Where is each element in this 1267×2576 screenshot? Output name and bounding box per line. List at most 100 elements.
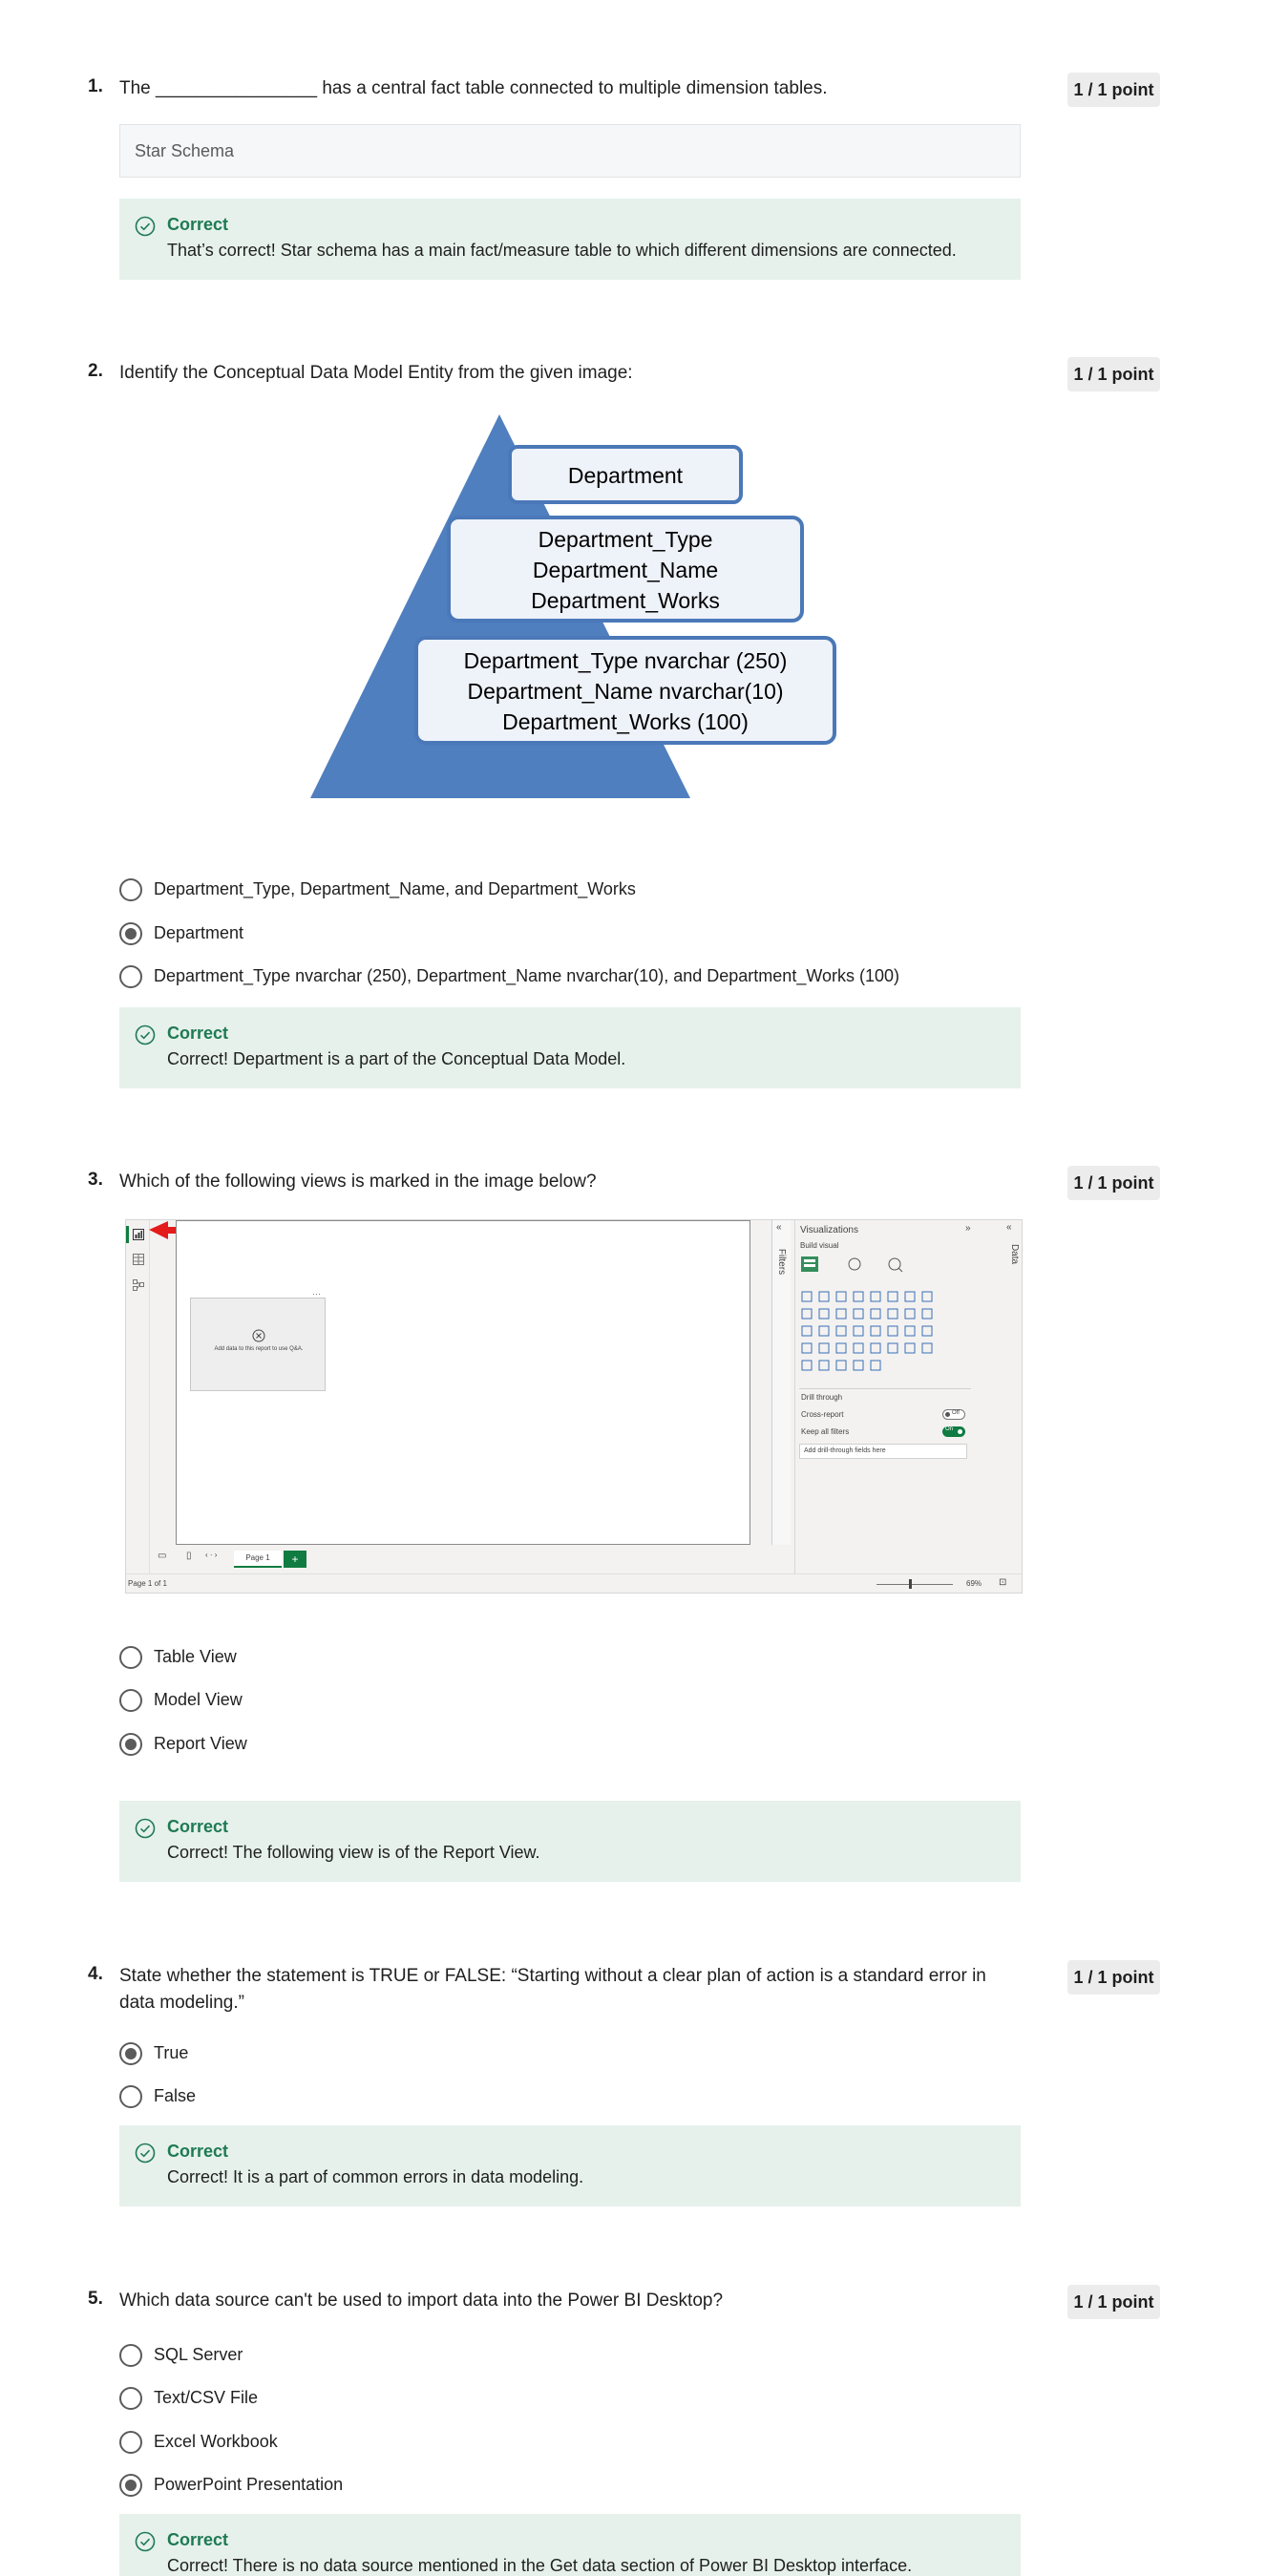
feedback-text: Correct! Department is a part of the Con… [167, 1049, 626, 1068]
logical-line-3: Department_Works [531, 588, 720, 613]
check-circle-icon [135, 2143, 156, 2164]
feedback-title: Correct [167, 2142, 229, 2161]
keep-filters-toggle[interactable]: On [942, 1426, 965, 1437]
radio-button[interactable] [119, 1689, 142, 1712]
radio-button[interactable] [119, 2431, 142, 2454]
feedback-text: That’s correct! Star schema has a main f… [167, 241, 957, 260]
option-label: SQL Server [154, 2345, 243, 2364]
conceptual-label: Department [568, 463, 684, 488]
points-badge: 1 / 1 point [1067, 357, 1160, 391]
radio-button-selected[interactable] [119, 922, 142, 945]
check-circle-icon [135, 1818, 156, 1839]
data-pane-collapsed[interactable]: « Data [976, 1220, 1022, 1583]
visual-placeholder-text: Add data to this report to use Q&A. [214, 1346, 304, 1352]
feedback-panel: Correct That’s correct! Star schema has … [119, 199, 1021, 280]
mobile-layout-icon[interactable]: ▯ [186, 1551, 192, 1561]
option-label: Text/CSV File [154, 2388, 259, 2407]
status-bar: Page 1 of 1 69% ⊡ [126, 1573, 1022, 1593]
powerbi-screenshot: ? ··· Add data to this report to use Q&A… [125, 1219, 1023, 1594]
zoom-slider-thumb[interactable] [909, 1579, 912, 1589]
collapse-left-icon[interactable]: « [1006, 1222, 1012, 1233]
physical-line-3: Department_Works (100) [502, 709, 749, 734]
qna-visual-placeholder[interactable]: ··· Add data to this report to use Q&A. [190, 1289, 326, 1391]
feedback-text: Correct! There is no data source mention… [167, 2556, 913, 2575]
question-text: Which of the following views is marked i… [119, 1172, 597, 1192]
question-number: 4. [88, 1964, 103, 1984]
build-visual-tabs[interactable] [799, 1255, 942, 1276]
drill-fields-dropzone[interactable]: Add drill-through fields here [799, 1444, 967, 1459]
option-label: Table View [154, 1647, 237, 1666]
radio-button[interactable] [119, 1646, 142, 1669]
visualizations-title: Visualizations [800, 1225, 858, 1235]
fit-page-icon[interactable]: ⊡ [999, 1577, 1006, 1588]
filters-pane-collapsed[interactable]: « Filters [771, 1220, 791, 1545]
radio-button[interactable] [119, 2387, 142, 2410]
model-view-icon [133, 1279, 144, 1291]
points-badge: 1 / 1 point [1067, 73, 1160, 107]
option-label: False [154, 2086, 197, 2105]
page-tabs-bar: ▭ ▯ ‹ · › Page 1 + [150, 1545, 794, 1572]
option-label: Department [154, 923, 244, 942]
feedback-text: Correct! The following view is of the Re… [167, 1843, 540, 1862]
question-text: Which data source can't be used to impor… [119, 2291, 724, 2311]
option-label: Department_Type nvarchar (250), Departme… [154, 966, 900, 985]
logical-line-2: Department_Name [533, 558, 718, 582]
feedback-title: Correct [167, 1024, 229, 1043]
radio-button[interactable] [119, 878, 142, 901]
more-options-icon[interactable]: ··· [312, 1289, 321, 1299]
expand-right-icon[interactable]: » [965, 1223, 971, 1234]
option-label: Model View [154, 1690, 243, 1709]
feedback-panel: Correct Correct! It is a part of common … [119, 2125, 1021, 2206]
question-text: Identify the Conceptual Data Model Entit… [119, 363, 633, 383]
feedback-title: Correct [167, 215, 229, 234]
view-rail [126, 1220, 150, 1583]
points-badge: 1 / 1 point [1067, 1960, 1160, 1995]
page-nav-arrows[interactable]: ‹ · › [205, 1551, 217, 1559]
question-text: The ________________ has a central fact … [119, 78, 828, 98]
cross-report-toggle[interactable]: Off [942, 1409, 965, 1420]
close-circle-icon [252, 1329, 265, 1342]
visualizations-pane: Visualizations » Build visual Drill thro… [794, 1220, 976, 1583]
radio-button[interactable] [119, 2344, 142, 2367]
logical-line-1: Department_Type [538, 527, 713, 552]
points-badge: 1 / 1 point [1067, 2285, 1160, 2319]
keep-filters-label: Keep all filters [801, 1427, 850, 1436]
check-circle-icon [135, 2531, 156, 2552]
zoom-level: 69% [966, 1579, 982, 1588]
drill-through-heading: Drill through [801, 1393, 843, 1402]
option-label: True [154, 2043, 189, 2062]
report-view-icon [133, 1229, 144, 1240]
active-view-indicator [126, 1226, 129, 1243]
question-text: State whether the statement is TRUE or F… [119, 1966, 986, 2013]
feedback-panel: Correct Correct! Department is a part of… [119, 1007, 1021, 1088]
radio-button-selected[interactable] [119, 2042, 142, 2065]
add-page-button[interactable]: + [284, 1551, 306, 1568]
zoom-slider[interactable] [876, 1584, 953, 1585]
radio-button[interactable] [119, 965, 142, 988]
data-tab-label[interactable]: Data [1009, 1244, 1020, 1264]
answer-field[interactable]: Star Schema [119, 124, 1021, 178]
feedback-panel: Correct Correct! The following view is o… [119, 1801, 1021, 1882]
option-label: Report View [154, 1734, 247, 1753]
filters-tab-label[interactable]: Filters [776, 1249, 787, 1275]
radio-button-selected[interactable] [119, 2474, 142, 2497]
build-visual-label: Build visual [800, 1241, 839, 1250]
question-number: 1. [88, 76, 103, 96]
visual-type-icon-grid[interactable] [801, 1291, 971, 1379]
check-circle-icon [135, 1024, 156, 1045]
page-tab[interactable]: Page 1 [234, 1551, 282, 1568]
desktop-layout-icon[interactable]: ▭ [158, 1551, 166, 1561]
page-count-status: Page 1 of 1 [128, 1579, 167, 1588]
option-label: Department_Type, Department_Name, and De… [154, 879, 636, 898]
option-label: Excel Workbook [154, 2432, 278, 2451]
points-badge: 1 / 1 point [1067, 1166, 1160, 1200]
feedback-text: Correct! It is a part of common errors i… [167, 2167, 584, 2186]
option-label: PowerPoint Presentation [154, 2475, 344, 2494]
collapse-left-icon[interactable]: « [776, 1222, 782, 1233]
physical-line-2: Department_Name nvarchar(10) [467, 679, 783, 704]
radio-button[interactable] [119, 2085, 142, 2108]
radio-button-selected[interactable] [119, 1733, 142, 1756]
question-number: 5. [88, 2289, 103, 2309]
check-circle-icon [135, 216, 156, 237]
table-view-icon [133, 1254, 144, 1265]
